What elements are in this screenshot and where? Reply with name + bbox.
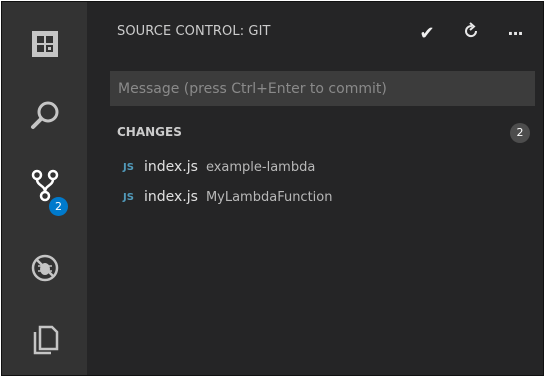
more-actions-button[interactable]: ··· xyxy=(501,20,529,46)
refresh-button[interactable] xyxy=(457,20,485,46)
explorer-icon xyxy=(30,29,60,59)
activity-item-search[interactable] xyxy=(2,84,87,146)
extensions-icon xyxy=(30,324,60,356)
more-icon: ··· xyxy=(507,23,523,43)
activity-item-debug[interactable] xyxy=(2,237,87,299)
file-name: index.js xyxy=(144,189,198,205)
changes-header[interactable]: CHANGES xyxy=(117,125,182,139)
file-folder: example-lambda xyxy=(205,159,316,175)
refresh-icon xyxy=(462,22,480,44)
changes-count-badge: 2 xyxy=(510,123,530,143)
source-control-badge: 2 xyxy=(49,197,68,216)
debug-icon xyxy=(29,252,61,284)
changes-list: JS index.js example-lambda JS index.js M… xyxy=(123,152,332,212)
activity-item-source-control[interactable]: 2 xyxy=(2,155,87,217)
activity-bar: 2 xyxy=(2,2,87,375)
js-file-icon: JS xyxy=(123,191,134,203)
list-item[interactable]: JS index.js MyLambdaFunction xyxy=(123,182,332,212)
source-control-window: 2 SOURCE CONTROL: GIT ✔ ··· Message (pre… xyxy=(1,1,544,376)
js-file-icon: JS xyxy=(123,161,134,173)
commit-button[interactable]: ✔ xyxy=(413,20,441,46)
header-actions: ✔ ··· xyxy=(413,20,529,46)
activity-item-explorer[interactable] xyxy=(2,13,87,75)
source-control-sidebar: SOURCE CONTROL: GIT ✔ ··· CHANGES 2 xyxy=(87,2,543,375)
list-item[interactable]: JS index.js example-lambda xyxy=(123,152,332,182)
commit-message-input[interactable] xyxy=(110,71,535,106)
sidebar-title: SOURCE CONTROL: GIT xyxy=(117,24,271,39)
search-icon xyxy=(29,99,61,131)
activity-item-extensions[interactable] xyxy=(2,309,87,371)
checkmark-icon: ✔ xyxy=(419,22,435,44)
file-folder: MyLambdaFunction xyxy=(205,189,333,205)
file-name: index.js xyxy=(144,159,198,175)
